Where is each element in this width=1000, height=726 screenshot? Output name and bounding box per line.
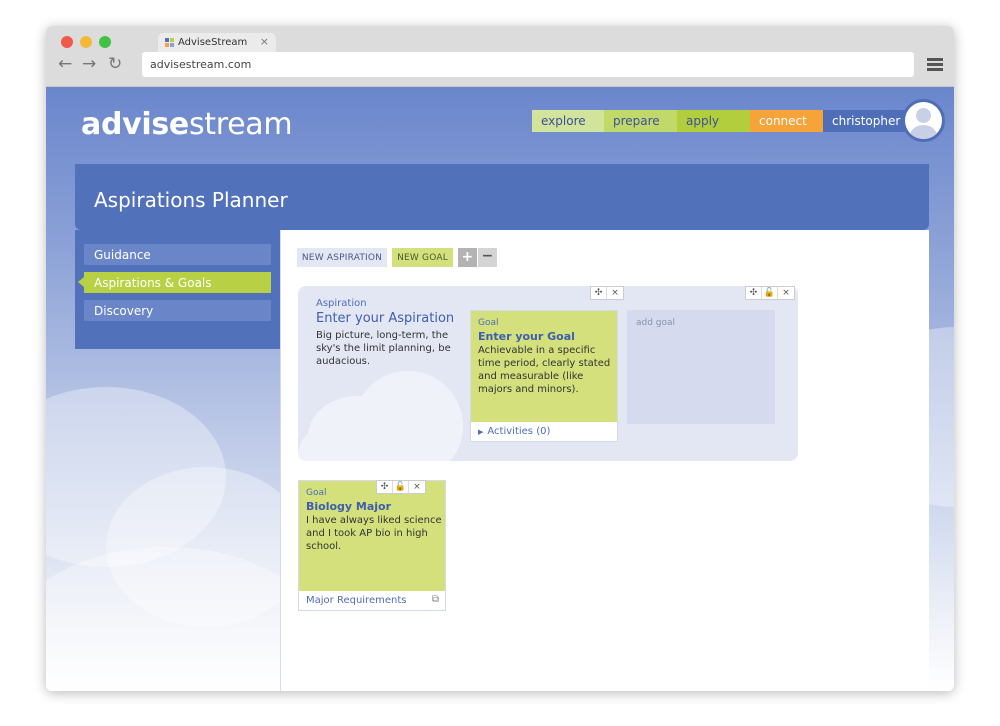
goal-title[interactable]: Enter your Goal	[478, 330, 575, 343]
zoom-in-button[interactable]: +	[458, 248, 477, 267]
page-header: Aspirations Planner	[75, 164, 929, 230]
page-title: Aspirations Planner	[94, 188, 288, 212]
hamburger-menu-icon[interactable]	[927, 58, 943, 72]
tab-close-icon[interactable]: ×	[260, 35, 269, 48]
aspiration-title[interactable]: Enter your Aspiration	[316, 311, 454, 326]
browser-tab[interactable]: AdviseStream ×	[158, 33, 276, 52]
goal-card-biology[interactable]: Goal Biology Major I have always liked s…	[298, 480, 446, 611]
reload-icon[interactable]: ↻	[108, 56, 122, 73]
new-goal-button[interactable]: NEW GOAL	[392, 248, 453, 267]
close-window-button[interactable]	[61, 36, 73, 48]
aspiration-card[interactable]: Aspiration Enter your Aspiration Big pic…	[298, 286, 798, 461]
caret-right-icon: ▶	[478, 428, 484, 436]
sidebar-item-discovery[interactable]: Discovery	[84, 300, 271, 321]
unlock-icon[interactable]: 🔓	[393, 481, 409, 493]
zoom-out-button[interactable]: −	[478, 248, 497, 267]
forward-arrow-icon[interactable]: →	[82, 56, 96, 73]
nav-prepare[interactable]: prepare	[604, 110, 677, 132]
move-icon[interactable]: ✣	[746, 287, 762, 299]
main-content: NEW ASPIRATION NEW GOAL + − Aspiration E…	[280, 230, 929, 691]
active-indicator-icon	[78, 277, 84, 287]
goal-description[interactable]: Achievable in a specific time period, cl…	[478, 344, 616, 396]
nav-user[interactable]: christopher	[823, 110, 911, 132]
logo[interactable]: advisestream	[81, 107, 293, 142]
close-icon[interactable]: ×	[607, 287, 623, 299]
top-nav: explore prepare apply connect christophe…	[532, 110, 911, 132]
favicon-icon	[165, 38, 174, 47]
add-goal-slot[interactable]: add goal	[627, 310, 775, 424]
browser-chrome: AdviseStream × ← → ↻ advisestream.com	[46, 26, 954, 87]
minimize-window-button[interactable]	[80, 36, 92, 48]
avatar[interactable]	[902, 99, 945, 142]
close-icon[interactable]: ×	[409, 481, 425, 493]
sidebar-item-label: Aspirations & Goals	[94, 276, 212, 290]
goal-card[interactable]: Goal Enter your Goal Achievable in a spe…	[470, 310, 618, 442]
move-icon[interactable]: ✣	[377, 481, 393, 493]
external-link-icon: ⧉	[431, 594, 439, 605]
tab-title: AdviseStream	[178, 37, 248, 48]
nav-connect[interactable]: connect	[750, 110, 823, 132]
aspiration-label: Aspiration	[316, 298, 367, 309]
aspiration-tools: ✣ 🔓 ×	[745, 286, 795, 300]
goal-title[interactable]: Biology Major	[306, 500, 391, 513]
activities-label: Activities (0)	[487, 426, 551, 437]
move-icon[interactable]: ✣	[591, 287, 607, 299]
address-bar[interactable]: advisestream.com	[142, 52, 914, 77]
goal-label: Goal	[306, 488, 327, 498]
unlock-icon[interactable]: 🔓	[762, 287, 778, 299]
close-icon[interactable]: ×	[778, 287, 794, 299]
aspiration-description[interactable]: Big picture, long-term, the sky's the li…	[316, 329, 461, 368]
url-text: advisestream.com	[150, 58, 252, 71]
avatar-icon	[905, 102, 942, 139]
logo-light: stream	[188, 107, 293, 142]
biology-goal-tools: ✣ 🔓 ×	[376, 480, 426, 494]
goal-label: Goal	[478, 318, 499, 328]
maximize-window-button[interactable]	[99, 36, 111, 48]
sidebar: Guidance Aspirations & Goals Discovery	[75, 230, 280, 349]
cloud-decoration	[353, 371, 463, 461]
browser-window: AdviseStream × ← → ↻ advisestream.com ad…	[46, 26, 954, 691]
major-requirements-link[interactable]: Major Requirements ⧉	[299, 591, 445, 610]
goal-description[interactable]: I have always liked science and I took A…	[306, 514, 444, 553]
nav-explore[interactable]: explore	[532, 110, 604, 132]
page: advisestream explore prepare apply conne…	[46, 87, 954, 691]
sidebar-item-guidance[interactable]: Guidance	[84, 244, 271, 265]
new-aspiration-button[interactable]: NEW ASPIRATION	[297, 248, 387, 267]
add-goal-label: add goal	[636, 318, 676, 328]
nav-apply[interactable]: apply	[677, 110, 750, 132]
back-arrow-icon[interactable]: ←	[58, 56, 72, 73]
goal-card-tools: ✣ ×	[590, 286, 624, 300]
logo-bold: advise	[81, 107, 189, 142]
activities-toggle[interactable]: ▶ Activities (0)	[471, 422, 617, 441]
sidebar-item-aspirations-goals[interactable]: Aspirations & Goals	[78, 272, 271, 293]
major-requirements-label: Major Requirements	[306, 595, 407, 606]
